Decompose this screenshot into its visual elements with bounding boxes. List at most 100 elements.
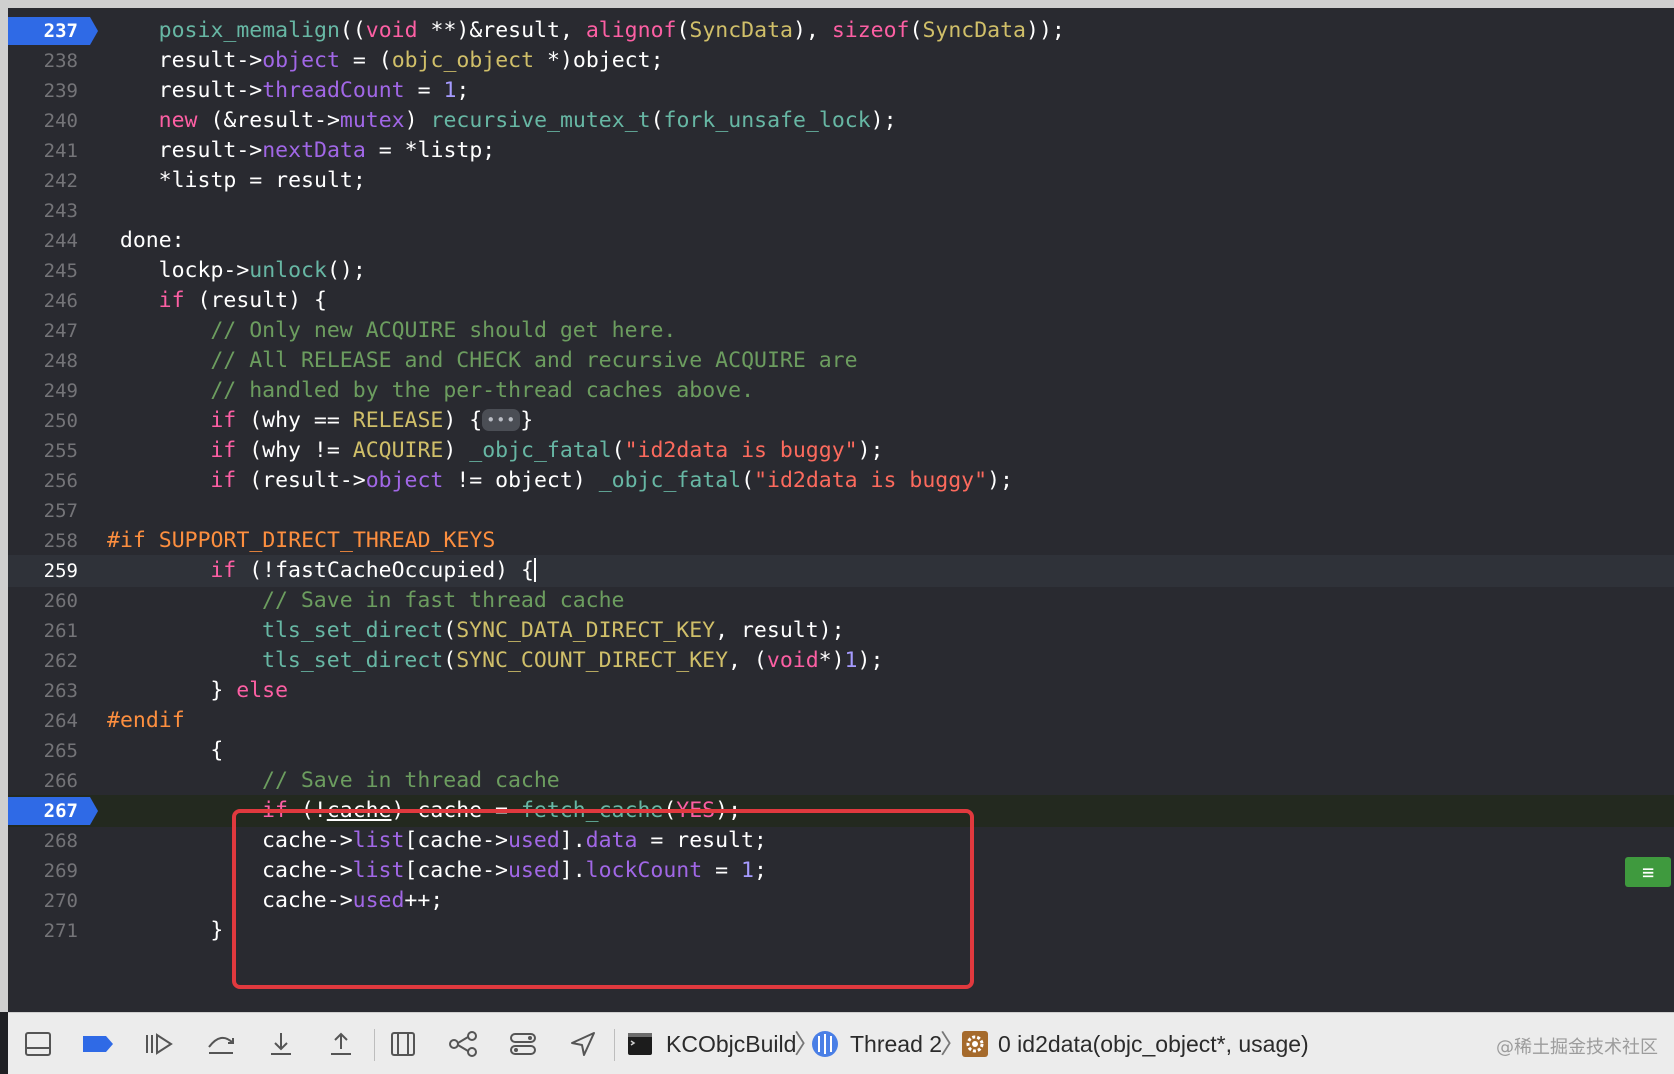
code-text: // Save in fast thread cache bbox=[262, 585, 624, 617]
folded-code-ellipsis[interactable]: ••• bbox=[482, 409, 521, 431]
code-line[interactable]: 268 cache->list[cache->used].data = resul… bbox=[8, 825, 1674, 857]
code-line[interactable]: 271} bbox=[8, 915, 1674, 947]
code-token: 1 bbox=[844, 648, 858, 673]
breakpoints-toggle-button[interactable] bbox=[80, 1029, 116, 1059]
code-text: #if SUPPORT_DIRECT_THREAD_KEYS bbox=[107, 525, 495, 557]
code-line[interactable]: 241 result->nextData = *listp; bbox=[8, 135, 1674, 167]
code-line[interactable]: 255 if (why != ACQUIRE) _objc_fatal("id2d… bbox=[8, 435, 1674, 467]
source-editor[interactable]: 237 posix_memalign((void **)&result, alig… bbox=[8, 8, 1674, 1012]
code-token: used bbox=[507, 858, 560, 883]
code-token: tls_set_direct bbox=[262, 648, 444, 673]
code-token: unlock bbox=[249, 258, 327, 283]
code-token: { bbox=[210, 738, 224, 763]
code-line[interactable]: 258 #if SUPPORT_DIRECT_THREAD_KEYS bbox=[8, 525, 1674, 557]
code-line[interactable]: 242 *listp = result; bbox=[8, 165, 1674, 197]
code-line[interactable]: 265 { bbox=[8, 735, 1674, 767]
code-token: if bbox=[158, 288, 185, 313]
code-token: (&result-> bbox=[197, 108, 340, 133]
continue-button[interactable] bbox=[142, 1029, 178, 1059]
step-out-button[interactable] bbox=[324, 1029, 360, 1059]
code-token: recursive_mutex_t bbox=[430, 108, 651, 133]
code-line[interactable]: 244 done: bbox=[8, 225, 1674, 257]
code-text: result->nextData = *listp; bbox=[159, 135, 496, 167]
code-line[interactable]: 240 new (&result->mutex) recursive_mutex_… bbox=[8, 105, 1674, 137]
step-into-button[interactable] bbox=[264, 1029, 300, 1059]
code-line[interactable]: 256 if (result->object != object) _objc_f… bbox=[8, 465, 1674, 497]
code-token: result-> bbox=[158, 78, 263, 103]
code-line[interactable]: 250 if (why == RELEASE) {•••} bbox=[8, 405, 1674, 437]
breadcrumb-stack-frame[interactable]: 0 id2data(objc_object*, usage) bbox=[998, 1027, 1309, 1061]
code-token: ; bbox=[753, 858, 767, 883]
code-line[interactable]: 270 cache->used++; bbox=[8, 885, 1674, 917]
code-token: "id2data is buggy" bbox=[754, 468, 988, 493]
breadcrumb-target[interactable]: KCObjcBuild bbox=[666, 1027, 796, 1061]
debug-view-hierarchy-button[interactable] bbox=[386, 1029, 422, 1059]
code-token: cache bbox=[326, 798, 392, 823]
code-token: } bbox=[210, 678, 237, 703]
code-token: result-> bbox=[158, 138, 263, 163]
code-line[interactable]: 238 result->object = (objc_object *)objec… bbox=[8, 45, 1674, 77]
code-line[interactable]: 266 // Save in thread cache bbox=[8, 765, 1674, 797]
breadcrumb-thread[interactable]: Thread 2 bbox=[850, 1027, 942, 1061]
code-text: } bbox=[210, 915, 223, 947]
code-line[interactable]: 260 // Save in fast thread cache bbox=[8, 585, 1674, 617]
code-token: ); bbox=[870, 108, 897, 133]
code-token: [cache-> bbox=[404, 858, 508, 883]
line-number: 244 bbox=[43, 230, 78, 252]
code-token: 1 bbox=[741, 858, 754, 883]
code-token: 1 bbox=[443, 78, 457, 103]
code-token: new bbox=[158, 108, 198, 133]
code-text: // handled by the per-thread caches abov… bbox=[210, 375, 754, 407]
code-line[interactable]: 263} else bbox=[8, 675, 1674, 707]
code-token: done: bbox=[119, 228, 185, 253]
environment-overrides-button[interactable] bbox=[506, 1029, 542, 1059]
code-line[interactable]: 246 if (result) { bbox=[8, 285, 1674, 317]
code-line[interactable]: 247 // Only new ACQUIRE should get here. bbox=[8, 315, 1674, 347]
code-token: sizeof bbox=[831, 18, 910, 43]
code-token: list bbox=[352, 858, 405, 883]
code-line[interactable]: 239 result->threadCount = 1; bbox=[8, 75, 1674, 107]
code-text: tls_set_direct(SYNC_COUNT_DIRECT_KEY, (v… bbox=[262, 645, 883, 677]
toolbar-separator bbox=[374, 1029, 375, 1061]
line-number: 249 bbox=[43, 380, 78, 402]
simulate-location-button[interactable] bbox=[566, 1029, 602, 1059]
code-token: ); bbox=[715, 798, 742, 823]
code-token: result-> bbox=[158, 48, 263, 73]
memory-graph-button[interactable] bbox=[446, 1029, 482, 1059]
code-token: cache-> bbox=[262, 888, 353, 913]
window-top-edge bbox=[0, 0, 1674, 8]
code-token: fetch_cache bbox=[520, 798, 664, 823]
code-token: ), bbox=[792, 18, 832, 43]
code-token: , result); bbox=[715, 618, 845, 643]
simulate-location-icon bbox=[571, 1032, 595, 1056]
code-line[interactable]: 245 lockp->unlock(); bbox=[8, 255, 1674, 287]
code-token: // Save in fast thread cache bbox=[262, 588, 625, 613]
code-token: ; bbox=[456, 78, 470, 103]
code-line[interactable]: 249 // handled by the per-thread caches a… bbox=[8, 375, 1674, 407]
code-line[interactable]: 261 tls_set_direct(SYNC_DATA_DIRECT_KEY, … bbox=[8, 615, 1674, 647]
code-token: if bbox=[210, 558, 237, 583]
code-token: (( bbox=[339, 18, 366, 43]
code-line[interactable]: 237 posix_memalign((void **)&result, alig… bbox=[8, 15, 1674, 47]
code-line[interactable]: 243 bbox=[8, 195, 1674, 227]
code-token: *)object; bbox=[534, 48, 664, 73]
hide-debug-area-button[interactable] bbox=[22, 1029, 58, 1059]
code-line[interactable]: 262 tls_set_direct(SYNC_COUNT_DIRECT_KEY,… bbox=[8, 645, 1674, 677]
code-token: tls_set_direct bbox=[262, 618, 444, 643]
code-line[interactable]: 248 // All RELEASE and CHECK and recursiv… bbox=[8, 345, 1674, 377]
code-line[interactable]: 259 if (!fastCacheOccupied) { bbox=[8, 555, 1674, 587]
line-number: 248 bbox=[43, 350, 78, 372]
text-cursor bbox=[533, 558, 536, 582]
code-token: ++; bbox=[404, 888, 444, 913]
instruction-pointer-badge-icon[interactable]: ≡ bbox=[1625, 857, 1671, 887]
code-line[interactable]: 267 if (!cache) cache = fetch_cache(YES); bbox=[8, 795, 1674, 827]
line-number: 259 bbox=[43, 560, 78, 582]
step-over-button[interactable] bbox=[204, 1029, 240, 1059]
terminal-app-icon bbox=[622, 1029, 658, 1059]
code-token: lockCount bbox=[585, 858, 703, 883]
code-line[interactable]: 264 #endif bbox=[8, 705, 1674, 737]
code-line[interactable]: 269 cache->list[cache->used].lockCount = … bbox=[8, 855, 1674, 887]
code-token: )); bbox=[1026, 18, 1065, 43]
code-line[interactable]: 257 bbox=[8, 495, 1674, 527]
code-text: *listp = result; bbox=[159, 165, 366, 197]
